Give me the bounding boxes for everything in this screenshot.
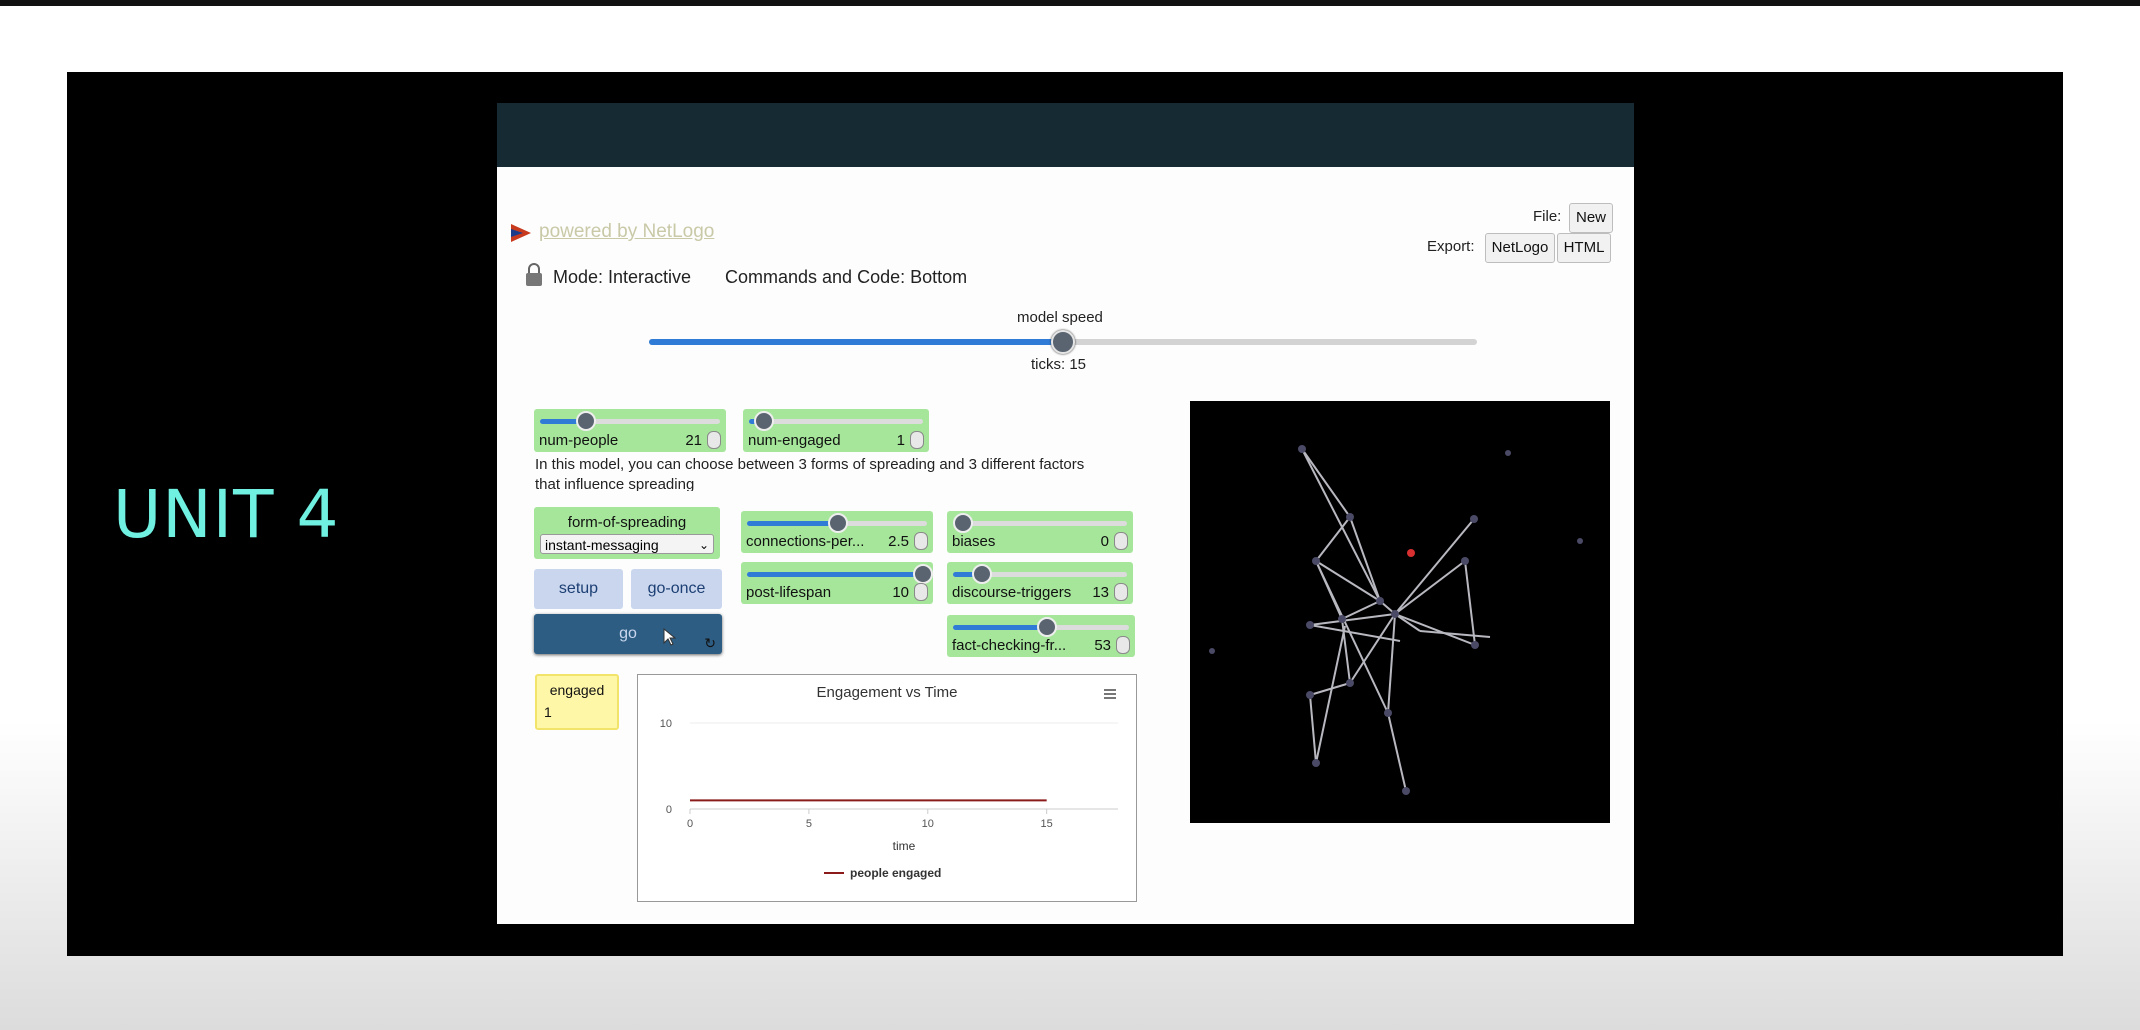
chart-title: Engagement vs Time <box>817 684 958 701</box>
fact-checking-value[interactable]: 53 <box>1094 637 1111 654</box>
model-speed-slider[interactable] <box>649 330 1477 354</box>
discourse-triggers-label: discourse-triggers <box>952 584 1072 601</box>
netlogo-window: powered by NetLogo File: New Export: Net… <box>497 103 1634 924</box>
num-people-slider[interactable]: num-people 21 <box>534 409 726 452</box>
num-people-value[interactable]: 21 <box>685 432 702 449</box>
network-links <box>1301 448 1491 792</box>
engagement-plot-svg: Engagement vs Time 0 5 10 15 0 10 time people… <box>660 684 1118 880</box>
new-button[interactable]: New <box>1569 203 1613 233</box>
engaged-monitor: engaged 1 <box>535 674 619 730</box>
chooser-label: form-of-spreading <box>567 514 687 531</box>
engaged-monitor-label: engaged <box>549 682 605 698</box>
go-button-label: go <box>619 625 637 642</box>
connections-per-value[interactable]: 2.5 <box>888 533 909 550</box>
num-people-knob[interactable] <box>576 411 596 431</box>
num-engaged-value[interactable]: 1 <box>897 432 905 449</box>
post-lifespan-slider[interactable]: post-lifespan 10 <box>741 562 933 604</box>
network-graph <box>1209 445 1583 795</box>
info-note-line-2: that influence spreading <box>535 476 695 491</box>
num-engaged-knob[interactable] <box>753 411 774 431</box>
post-lifespan-value[interactable]: 10 <box>892 584 909 601</box>
info-note: In this model, you can choose between 3 … <box>535 455 1135 491</box>
file-label: File: <box>1533 208 1562 225</box>
world-view[interactable] <box>1190 401 1610 823</box>
x-tick-label: 15 <box>1041 818 1053 830</box>
connections-per-stepper[interactable] <box>914 532 928 550</box>
cursor-icon <box>663 627 676 646</box>
export-netlogo-button[interactable]: NetLogo <box>1485 233 1555 263</box>
discourse-triggers-knob[interactable] <box>971 564 992 584</box>
biases-knob[interactable] <box>952 513 973 533</box>
connections-per-label: connections-per... <box>746 533 865 550</box>
commands-code-label[interactable]: Commands and Code: Bottom <box>725 267 967 288</box>
chevron-down-icon: ⌄ <box>698 538 709 552</box>
engaged-monitor-value: 1 <box>544 704 552 720</box>
num-engaged-label: num-engaged <box>748 432 841 449</box>
biases-value[interactable]: 0 <box>1101 533 1109 550</box>
biases-stepper[interactable] <box>1114 532 1128 550</box>
engaged-node <box>1407 549 1415 557</box>
x-tick-label: 0 <box>687 818 693 830</box>
go-button[interactable]: go ↻ <box>534 614 722 654</box>
netlogo-logo-icon <box>511 224 531 242</box>
x-axis-label: time <box>893 839 916 853</box>
forever-icon: ↻ <box>704 635 716 651</box>
num-people-stepper[interactable] <box>707 431 721 449</box>
fact-checking-knob[interactable] <box>1037 617 1058 637</box>
export-label: Export: <box>1427 238 1475 255</box>
post-lifespan-stepper[interactable] <box>914 583 928 601</box>
netlogo-header-bar <box>497 103 1634 167</box>
post-lifespan-knob[interactable] <box>912 564 933 584</box>
biases-label: biases <box>952 533 996 550</box>
model-speed-label: model speed <box>1017 309 1103 326</box>
setup-button[interactable]: setup <box>534 569 623 609</box>
engagement-plot[interactable]: Engagement vs Time 0 5 10 15 0 10 time people… <box>637 674 1137 902</box>
y-tick-label: 10 <box>660 718 672 730</box>
discourse-triggers-slider[interactable]: discourse-triggers 13 <box>947 562 1133 604</box>
chooser-selected-value: instant-messaging <box>545 537 659 553</box>
network-nodes <box>1209 445 1583 795</box>
discourse-triggers-stepper[interactable] <box>1114 583 1128 601</box>
x-tick-label: 5 <box>806 818 812 830</box>
menu-icon[interactable] <box>1104 689 1116 699</box>
y-tick-label: 0 <box>666 804 672 816</box>
legend-label[interactable]: people engaged <box>850 866 941 880</box>
lock-icon[interactable] <box>525 263 543 287</box>
connections-per-slider[interactable]: connections-per... 2.5 <box>741 511 933 553</box>
post-lifespan-label: post-lifespan <box>746 584 832 601</box>
ticks-counter: ticks: 15 <box>1031 356 1087 373</box>
num-people-label: num-people <box>539 432 619 449</box>
info-note-line-1: In this model, you can choose between 3 … <box>535 456 1085 473</box>
model-speed-knob[interactable] <box>1051 330 1075 354</box>
discourse-triggers-value[interactable]: 13 <box>1092 584 1109 601</box>
top-border <box>0 0 2140 6</box>
form-of-spreading-chooser[interactable]: form-of-spreading instant-messaging ⌄ <box>534 507 720 559</box>
mode-label: Mode: Interactive <box>553 267 692 287</box>
fact-checking-label: fact-checking-fr... <box>952 637 1067 654</box>
fact-checking-stepper[interactable] <box>1116 636 1130 654</box>
slide-title: UNIT 4 <box>113 476 340 553</box>
x-tick-label: 10 <box>922 818 934 830</box>
chooser-select[interactable]: instant-messaging ⌄ <box>540 534 714 554</box>
go-once-button[interactable]: go-once <box>631 569 722 609</box>
num-engaged-stepper[interactable] <box>910 431 924 449</box>
powered-by-link[interactable]: powered by NetLogo <box>539 221 714 243</box>
connections-per-knob[interactable] <box>828 513 848 533</box>
biases-slider[interactable]: biases 0 <box>947 511 1133 553</box>
num-engaged-slider[interactable]: num-engaged 1 <box>743 409 929 452</box>
export-html-button[interactable]: HTML <box>1557 233 1611 263</box>
fact-checking-slider[interactable]: fact-checking-fr... 53 <box>947 615 1135 657</box>
